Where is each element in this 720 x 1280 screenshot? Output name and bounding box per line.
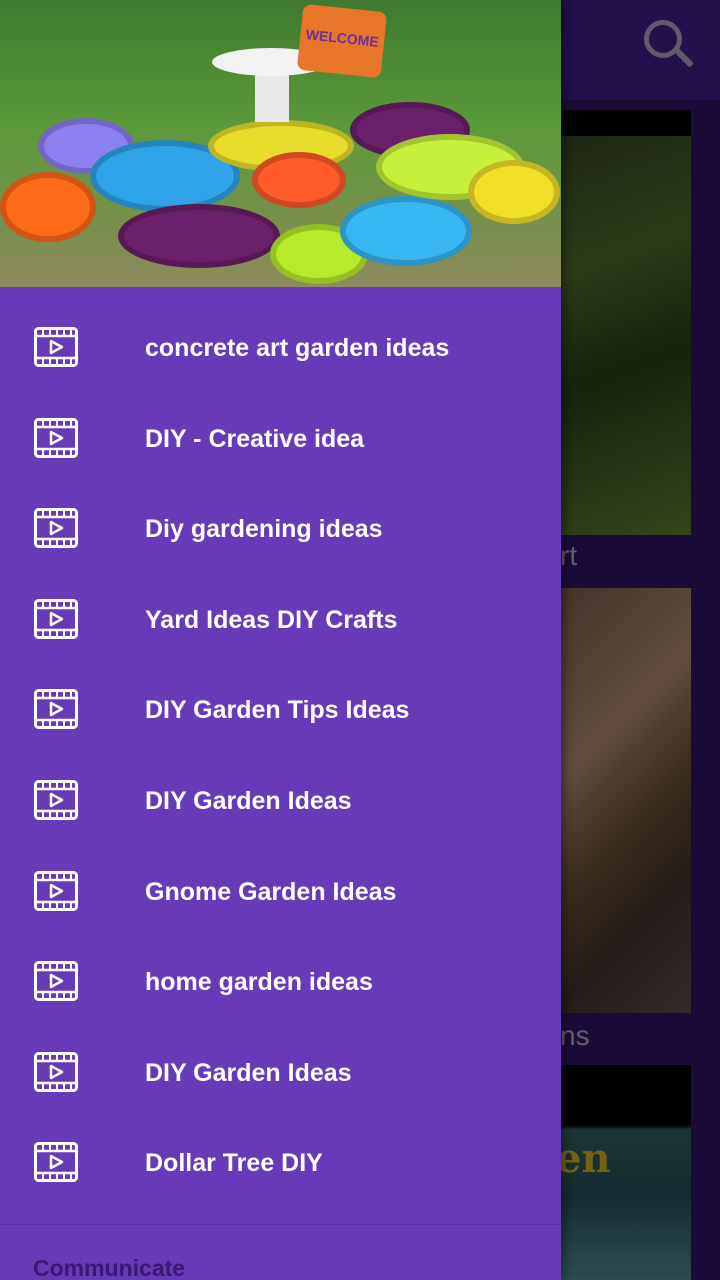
video-icon	[34, 779, 78, 820]
tire-garden-header-image: WELCOME	[0, 0, 561, 287]
drawer-item-label: DIY Garden Ideas	[145, 1058, 352, 1087]
drawer-item-label: Diy gardening ideas	[145, 515, 383, 544]
section-title-communicate: Communicate	[33, 1255, 186, 1280]
drawer-item-dollar-tree-diy[interactable]: Dollar Tree DIY	[0, 1102, 561, 1193]
welcome-sign: WELCOME	[296, 3, 388, 79]
drawer-item-label: home garden ideas	[145, 968, 373, 997]
video-icon	[34, 417, 78, 458]
drawer-item-home-garden-ideas[interactable]: home garden ideas	[0, 921, 561, 1012]
drawer-item-label: Yard Ideas DIY Crafts	[145, 605, 398, 634]
drawer-item-diy-garden-tips-ideas[interactable]: DIY Garden Tips Ideas	[0, 649, 561, 740]
drawer-item-concrete-art-garden-ideas[interactable]: concrete art garden ideas	[0, 287, 561, 378]
drawer-item-label: DIY Garden Ideas	[145, 786, 352, 815]
video-icon	[34, 1142, 78, 1183]
drawer-item-label: Gnome Garden Ideas	[145, 877, 397, 906]
video-icon	[34, 689, 78, 730]
drawer-divider	[0, 1224, 561, 1225]
drawer-item-label: DIY Garden Tips Ideas	[145, 696, 410, 725]
drawer-item-diy-garden-ideas-2[interactable]: DIY Garden Ideas	[0, 1012, 561, 1103]
drawer-item-yard-ideas-diy-crafts[interactable]: Yard Ideas DIY Crafts	[0, 559, 561, 650]
video-icon	[34, 870, 78, 911]
drawer-item-label: concrete art garden ideas	[145, 334, 450, 362]
drawer-item-label: Dollar Tree DIY	[145, 1149, 323, 1178]
drawer-item-diy-gardening-ideas[interactable]: Diy gardening ideas	[0, 468, 561, 559]
video-icon	[34, 961, 78, 1002]
drawer-item-label: DIY - Creative idea	[145, 424, 365, 453]
video-icon	[34, 508, 78, 549]
video-icon	[34, 598, 78, 639]
drawer-item-diy-garden-ideas[interactable]: DIY Garden Ideas	[0, 740, 561, 831]
drawer-item-diy-creative-idea[interactable]: DIY - Creative idea	[0, 378, 561, 469]
drawer-menu-list: concrete art garden ideas DIY - Creative…	[0, 287, 561, 1193]
video-icon	[34, 327, 78, 367]
drawer-item-gnome-garden-ideas[interactable]: Gnome Garden Ideas	[0, 831, 561, 922]
navigation-drawer: WELCOME concrete art garden ideas DIY - …	[0, 0, 561, 1280]
video-icon	[34, 1051, 78, 1092]
